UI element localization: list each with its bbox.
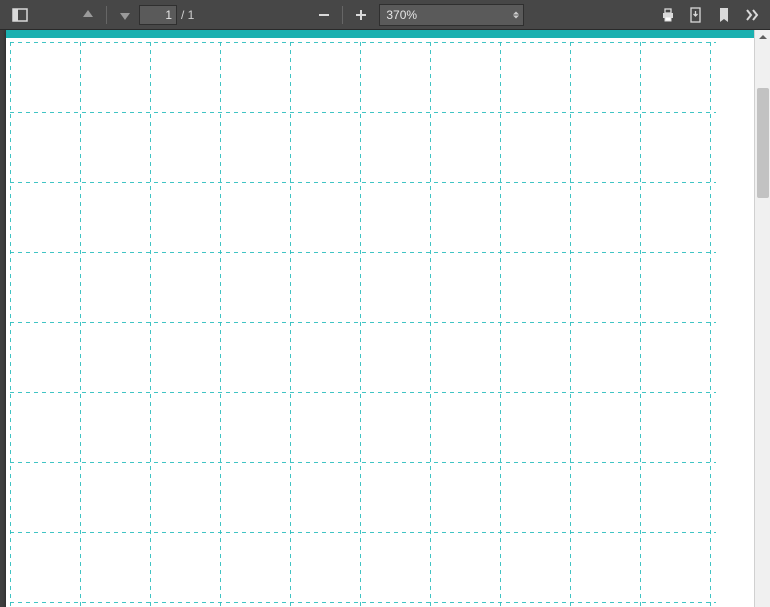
vertical-scrollbar[interactable] xyxy=(754,30,770,607)
tools-overflow-icon[interactable] xyxy=(738,1,766,29)
viewer xyxy=(0,30,770,607)
prev-page-icon[interactable] xyxy=(74,1,102,29)
page-area[interactable] xyxy=(0,30,754,607)
toolbar: / 1 370% xyxy=(0,0,770,30)
scrollbar-thumb[interactable] xyxy=(757,88,769,198)
scroll-up-icon[interactable] xyxy=(755,29,770,45)
download-icon[interactable] xyxy=(682,1,710,29)
next-page-icon[interactable] xyxy=(111,1,139,29)
page-accent-bar xyxy=(6,30,754,38)
zoom-in-icon[interactable] xyxy=(347,1,375,29)
separator xyxy=(106,6,107,24)
sidebar-toggle-icon[interactable] xyxy=(6,1,34,29)
bookmark-icon[interactable] xyxy=(710,1,738,29)
print-icon[interactable] xyxy=(654,1,682,29)
zoom-out-icon[interactable] xyxy=(310,1,338,29)
dropdown-caret-icon xyxy=(513,11,519,18)
grid-background xyxy=(10,42,716,607)
page-number-input[interactable] xyxy=(139,5,177,25)
zoom-select[interactable]: 370% xyxy=(379,4,524,26)
separator xyxy=(342,6,343,24)
zoom-value: 370% xyxy=(386,8,417,22)
page-total-label: / 1 xyxy=(181,8,194,22)
page xyxy=(6,30,754,607)
